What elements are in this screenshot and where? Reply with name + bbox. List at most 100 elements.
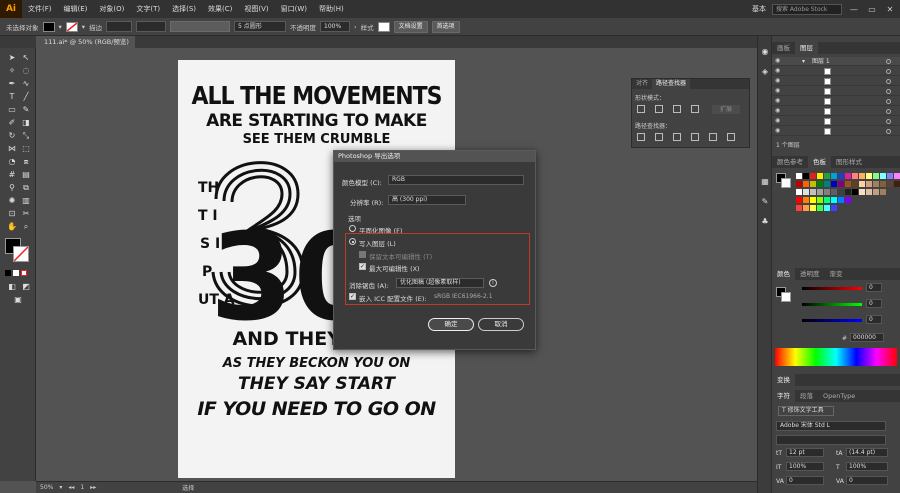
paintbrush-tool-icon[interactable]: ✎: [20, 104, 32, 116]
graphic-style-swatch[interactable]: [377, 21, 390, 32]
menu-type[interactable]: 文字(T): [130, 4, 166, 14]
layer-row[interactable]: ◉: [772, 107, 900, 116]
antialias-dropdown[interactable]: 优化图稿 (超像素取样): [396, 278, 484, 288]
eraser-tool-icon[interactable]: ◨: [20, 117, 32, 129]
expand-button[interactable]: 扩展: [712, 105, 740, 114]
column-graph-icon[interactable]: ▥: [20, 195, 32, 207]
swatch-cell[interactable]: [838, 181, 844, 187]
blend-tool-icon[interactable]: ⧉: [20, 182, 32, 194]
swatch-cell[interactable]: [831, 181, 837, 187]
swatch-cell[interactable]: [810, 189, 816, 195]
vertical-scale-input[interactable]: 100%: [786, 462, 824, 471]
swatch-cell[interactable]: [824, 173, 830, 179]
stroke-weight-dropdown[interactable]: [106, 21, 133, 32]
layer-row[interactable]: ◉: [772, 117, 900, 126]
font-style-dropdown[interactable]: [776, 435, 886, 445]
menu-select[interactable]: 选择(S): [166, 4, 202, 14]
swatch-cell[interactable]: [810, 197, 816, 203]
color-model-dropdown[interactable]: RGB: [388, 175, 524, 185]
expand-arrow-icon[interactable]: ▾: [802, 58, 805, 65]
fill-swatch[interactable]: [42, 21, 55, 32]
draw-mode-icon[interactable]: ◧: [6, 281, 18, 293]
brush-dropdown[interactable]: 5 点圆形: [234, 21, 287, 32]
swatch-cell[interactable]: [817, 197, 823, 203]
zoom-tool-icon[interactable]: ⌕: [20, 221, 32, 233]
slice-tool-icon[interactable]: ✂: [20, 208, 32, 220]
green-value[interactable]: 0: [866, 299, 882, 308]
swatch-cell[interactable]: [803, 197, 809, 203]
red-value[interactable]: 0: [866, 283, 882, 292]
target-icon[interactable]: [886, 89, 891, 94]
tab-color[interactable]: 颜色: [772, 268, 795, 280]
tab-swatches[interactable]: 色板: [808, 156, 831, 168]
chevron-right-icon[interactable]: ›: [354, 23, 357, 31]
layer-row[interactable]: ◉: [772, 77, 900, 86]
trim-icon[interactable]: [655, 133, 663, 141]
max-edit-checkbox[interactable]: ✓: [359, 263, 366, 270]
minus-front-icon[interactable]: [655, 105, 663, 113]
swatch-cell[interactable]: [803, 205, 809, 211]
swatch-cell[interactable]: [817, 181, 823, 187]
opacity-input[interactable]: 100%: [320, 21, 351, 32]
stroke-none-swatch[interactable]: [65, 21, 78, 32]
swatch-cell[interactable]: [824, 197, 830, 203]
tab-align[interactable]: 对齐: [632, 79, 652, 89]
swatch-cell[interactable]: [845, 197, 851, 203]
document-tab[interactable]: 111.ai* @ 50% (RGB/预览) ×: [36, 36, 136, 58]
magic-wand-icon[interactable]: ✧: [6, 65, 18, 77]
shape-builder-icon[interactable]: ◔: [6, 156, 18, 168]
close-icon[interactable]: ✕: [884, 5, 896, 14]
swatch-cell[interactable]: [838, 189, 844, 195]
swatch-cell[interactable]: [817, 173, 823, 179]
chevron-down-icon[interactable]: ▾: [59, 23, 62, 31]
font-family-dropdown[interactable]: Adobe 宋体 Std L: [776, 421, 886, 431]
eyedropper-icon[interactable]: ⚲: [6, 182, 18, 194]
gradient-mode-icon[interactable]: [13, 270, 19, 276]
red-slider[interactable]: [802, 287, 862, 290]
tab-pathfinder[interactable]: 路径查找器: [652, 79, 691, 89]
swatch-cell[interactable]: [796, 173, 802, 179]
shaper-tool-icon[interactable]: ✐: [6, 117, 18, 129]
swatch-cell[interactable]: [831, 189, 837, 195]
target-icon[interactable]: [886, 79, 891, 84]
target-icon[interactable]: [886, 129, 891, 134]
draw-inside-icon[interactable]: ◩: [20, 281, 32, 293]
swatch-cell[interactable]: [796, 189, 802, 195]
rotate-tool-icon[interactable]: ↻: [6, 130, 18, 142]
preferences-button[interactable]: 首选项: [431, 20, 460, 33]
target-icon[interactable]: [886, 119, 891, 124]
menu-file[interactable]: 文件(F): [22, 4, 58, 14]
prev-artboard-icon[interactable]: ◂◂: [68, 484, 74, 491]
cancel-button[interactable]: 取消: [478, 318, 524, 331]
target-icon[interactable]: [886, 99, 891, 104]
layer-row[interactable]: ◉: [772, 127, 900, 136]
swatch-cell[interactable]: [894, 173, 900, 179]
swatch-stroke-indicator[interactable]: [781, 178, 791, 188]
width-tool-icon[interactable]: ⋈: [6, 143, 18, 155]
zoom-level[interactable]: 50%: [40, 484, 53, 491]
swatch-cell[interactable]: [873, 181, 879, 187]
eye-icon[interactable]: ◉: [775, 118, 782, 124]
green-slider[interactable]: [802, 303, 862, 306]
pen-tool-icon[interactable]: ✒: [6, 78, 18, 90]
unite-icon[interactable]: [637, 105, 645, 113]
selection-tool-icon[interactable]: ➤: [6, 52, 18, 64]
swatch-cell[interactable]: [859, 173, 865, 179]
horizontal-scale-input[interactable]: 100%: [846, 462, 888, 471]
swatch-cell[interactable]: [859, 181, 865, 187]
ok-button[interactable]: 确定: [428, 318, 474, 331]
target-icon[interactable]: [886, 69, 891, 74]
swatch-cell[interactable]: [852, 189, 858, 195]
swatch-cell[interactable]: [845, 173, 851, 179]
curvature-tool-icon[interactable]: ∿: [20, 78, 32, 90]
swatch-cell[interactable]: [810, 173, 816, 179]
swatch-cell[interactable]: [803, 181, 809, 187]
leading-input[interactable]: (14.4 pt): [846, 448, 888, 457]
swatch-cell[interactable]: [824, 189, 830, 195]
tab-layers[interactable]: 图层: [795, 42, 818, 54]
color-spectrum[interactable]: [775, 348, 897, 366]
swatch-cell[interactable]: [880, 189, 886, 195]
target-icon[interactable]: [886, 109, 891, 114]
swatch-cell[interactable]: [866, 189, 872, 195]
chevron-down-icon[interactable]: ▾: [59, 484, 62, 491]
